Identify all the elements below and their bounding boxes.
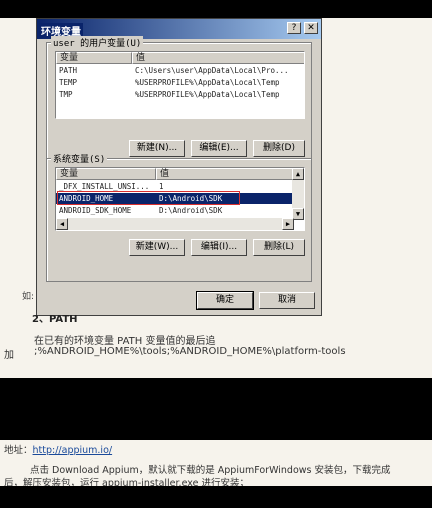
section-heading: 2、PATH xyxy=(32,314,78,325)
paragraph: 在已有的环境变量 PATH 变量值的最后追 xyxy=(34,336,216,347)
user-var-row[interactable]: PATH C:\Users\user\AppData\Local\Pro... xyxy=(56,65,304,76)
cancel-button[interactable]: 取消 xyxy=(259,292,315,309)
ok-button[interactable]: 确定 xyxy=(196,291,254,310)
sys-vars-list[interactable]: 变量 值 _DFX_INSTALL_UNSI... 1 ANDROID_HOME… xyxy=(55,167,305,231)
user-var-row[interactable]: TMP %USERPROFILE%\AppData\Local\Temp xyxy=(56,89,304,100)
install-section: 地址：http://appium.io/ 点击 Download Appium，… xyxy=(0,440,432,489)
vertical-scrollbar[interactable]: ▲ ▼ xyxy=(292,168,304,220)
sys-new-button[interactable]: 新建(W)... xyxy=(129,239,185,256)
middle-black-band xyxy=(0,378,432,440)
help-button[interactable]: ? xyxy=(287,22,301,34)
scroll-left-icon[interactable]: ◀ xyxy=(56,218,68,230)
user-new-button[interactable]: 新建(N)... xyxy=(129,140,185,157)
env-vars-dialog: 环境变量 ? ✕ user 的用户变量(U) 变量 值 PATH C:\User… xyxy=(36,18,322,316)
sys-col-val-header[interactable]: 值 xyxy=(156,168,294,180)
var-value: D:\Android\SDK xyxy=(159,206,223,215)
caption-prefix: 如: xyxy=(22,292,35,302)
close-button[interactable]: ✕ xyxy=(304,22,318,34)
appium-link[interactable]: http://appium.io/ xyxy=(33,445,113,456)
bottom-black-band xyxy=(0,486,432,508)
user-edit-button[interactable]: 编辑(E)... xyxy=(191,140,247,157)
user-delete-button[interactable]: 删除(D) xyxy=(253,140,305,157)
var-value: %USERPROFILE%\AppData\Local\Temp xyxy=(135,78,280,87)
var-name: ANDROID_SDK_HOME xyxy=(59,206,132,215)
var-value: C:\Users\user\AppData\Local\Pro... xyxy=(135,66,289,75)
scroll-right-icon[interactable]: ▶ xyxy=(282,218,294,230)
scroll-up-icon[interactable]: ▲ xyxy=(292,168,304,180)
user-var-row[interactable]: TEMP %USERPROFILE%\AppData\Local\Temp xyxy=(56,77,304,88)
highlight-box xyxy=(57,191,240,205)
var-name: TMP xyxy=(59,90,73,99)
address-line: 地址：http://appium.io/ xyxy=(4,442,112,456)
user-col-var-header[interactable]: 变量 xyxy=(56,52,132,64)
user-vars-label: user 的用户变量(U) xyxy=(51,36,144,49)
sys-col-var-header[interactable]: 变量 xyxy=(56,168,156,180)
sys-edit-button[interactable]: 编辑(I)... xyxy=(191,239,247,256)
top-black-band xyxy=(0,0,432,18)
user-col-val-header[interactable]: 值 xyxy=(132,52,304,64)
sys-var-row[interactable]: ANDROID_SDK_HOME D:\Android\SDK xyxy=(56,205,294,216)
sys-vars-label: 系统变量(S) xyxy=(51,152,108,165)
horizontal-scrollbar[interactable]: ◀ ▶ xyxy=(56,218,294,230)
var-value: %USERPROFILE%\AppData\Local\Temp xyxy=(135,90,280,99)
address-label: 地址： xyxy=(4,445,33,456)
path-value: ;%ANDROID_HOME%\tools;%ANDROID_HOME%\pla… xyxy=(34,346,346,357)
var-name: PATH xyxy=(59,66,78,75)
paragraph-prefix: 加 xyxy=(4,350,14,361)
article-section: 环境变量 ? ✕ user 的用户变量(U) 变量 值 PATH C:\User… xyxy=(0,18,432,378)
sys-delete-button[interactable]: 删除(L) xyxy=(253,239,305,256)
paragraph: 点击 Download Appium，默认就下载的是 AppiumForWind… xyxy=(30,465,391,476)
var-name: TEMP xyxy=(59,78,78,87)
user-vars-list[interactable]: 变量 值 PATH C:\Users\user\AppData\Local\Pr… xyxy=(55,51,305,119)
